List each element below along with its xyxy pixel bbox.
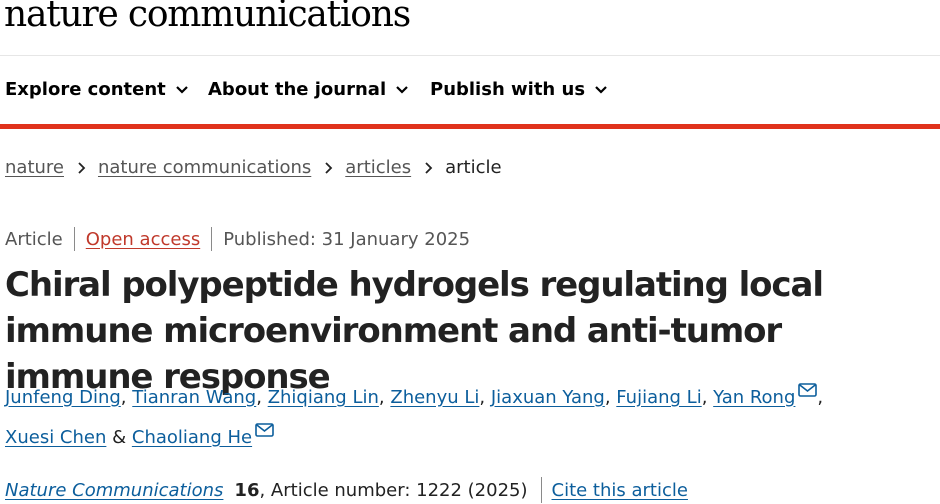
author-separator: , [120, 387, 127, 408]
author-separator: , [817, 387, 824, 408]
site-header: nature communications [0, 0, 940, 56]
chevron-down-icon [595, 85, 607, 94]
article-type: Article [5, 228, 63, 250]
chevron-right-icon [425, 161, 433, 174]
cite-this-article-link[interactable]: Cite this article [552, 480, 688, 501]
author-item: Junfeng Ding, [5, 387, 127, 408]
chevron-right-icon [325, 161, 333, 174]
breadcrumb-articles[interactable]: articles [345, 157, 411, 178]
author-link[interactable]: Junfeng Ding [5, 387, 121, 408]
main-nav: Explore content About the journal Publis… [0, 56, 940, 124]
published-date: Published: 31 January 2025 [223, 228, 471, 250]
breadcrumb: nature nature communications articles ar… [5, 157, 502, 178]
article-meta: Article Open access Published: 31 Januar… [5, 227, 470, 251]
nav-item-label: Publish with us [430, 79, 586, 100]
envelope-icon[interactable] [798, 383, 818, 397]
author-link[interactable]: Chaoliang He [132, 427, 252, 448]
author-item: Chaoliang He [132, 423, 274, 448]
divider [540, 477, 542, 503]
divider [73, 227, 75, 251]
open-access-link[interactable]: Open access [86, 229, 200, 250]
chevron-down-icon [175, 85, 188, 94]
breadcrumb-current: article [445, 157, 502, 178]
chevron-right-icon [78, 161, 86, 174]
author-link[interactable]: Zhenyu Li [390, 387, 479, 408]
author-item: Yan Rong, [713, 383, 824, 408]
journal-link[interactable]: Nature Communications [5, 480, 223, 501]
nav-item-label: Explore content [5, 79, 166, 100]
breadcrumb-nature-communications[interactable]: nature communications [98, 157, 311, 178]
divider [211, 227, 213, 251]
author-separator: , [378, 387, 385, 408]
author-separator: , [701, 387, 708, 408]
author-link[interactable]: Yan Rong [713, 387, 795, 408]
envelope-icon[interactable] [255, 423, 274, 437]
article-number: , Article number: 1222 (2025) [259, 479, 528, 501]
nav-about-the-journal[interactable]: About the journal [208, 79, 409, 100]
breadcrumb-nature[interactable]: nature [5, 157, 64, 178]
author-list: Junfeng Ding, Tianran Wang, Zhiqiang Lin… [5, 378, 935, 458]
nav-publish-with-us[interactable]: Publish with us [430, 79, 608, 100]
chevron-down-icon [396, 85, 408, 94]
author-link[interactable]: Xuesi Chen [5, 427, 106, 448]
citation-row: Nature Communications 16 , Article numbe… [5, 477, 688, 503]
site-logo[interactable]: nature communications [4, 0, 411, 35]
author-link[interactable]: Zhiqiang Lin [268, 387, 379, 408]
author-item: Xuesi Chen & [5, 427, 126, 448]
author-item: Tianran Wang, [132, 387, 262, 408]
author-item: Fujiang Li, [616, 387, 707, 408]
author-link[interactable]: Tianran Wang [132, 387, 256, 408]
author-item: Zhenyu Li, [390, 387, 485, 408]
author-separator: , [479, 387, 486, 408]
author-link[interactable]: Jiaxuan Yang [491, 387, 605, 408]
accent-bar [0, 124, 940, 129]
nav-explore-content[interactable]: Explore content [5, 79, 189, 100]
author-item: Jiaxuan Yang, [491, 387, 611, 408]
author-separator: , [256, 387, 262, 408]
author-separator: & [106, 427, 127, 448]
nav-item-label: About the journal [208, 79, 387, 100]
author-item: Zhiqiang Lin, [268, 387, 385, 408]
author-separator: , [604, 387, 611, 408]
volume: 16 [234, 479, 260, 501]
author-link[interactable]: Fujiang Li [616, 387, 701, 408]
